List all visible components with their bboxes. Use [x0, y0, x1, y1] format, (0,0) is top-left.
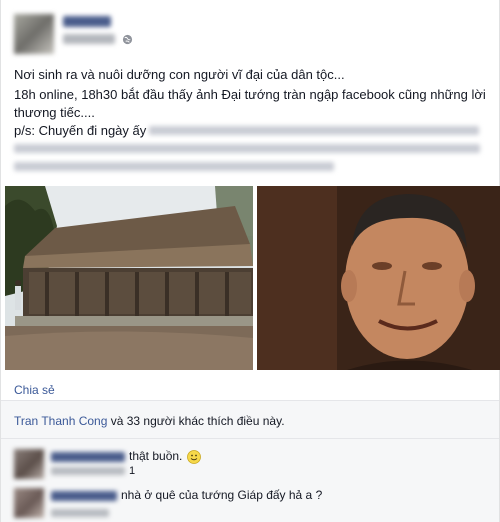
- globe-icon[interactable]: [122, 34, 133, 45]
- smiley-icon: [187, 450, 201, 464]
- post-text-redacted: [14, 162, 334, 171]
- comment-like-count[interactable]: 1: [129, 465, 135, 477]
- author-avatar[interactable]: [14, 14, 54, 54]
- post-text-redacted: [149, 126, 479, 135]
- likes-summary: Tran Thanh Cong và 33 người khác thích đ…: [14, 414, 285, 428]
- likes-text: và 33 người khác thích điều này.: [107, 414, 285, 428]
- house-photo[interactable]: [5, 186, 253, 370]
- commenter-avatar[interactable]: [14, 488, 44, 518]
- post-time-redacted[interactable]: [63, 34, 115, 44]
- commenter-name-redacted[interactable]: [51, 491, 117, 501]
- post-text-line-2: 18h online, 18h30 bắt đầu thấy ảnh Đại t…: [14, 87, 486, 102]
- post-text-line-1: Nơi sinh ra và nuôi dưỡng con người vĩ đ…: [14, 67, 345, 82]
- share-link[interactable]: Chia sẻ: [14, 383, 55, 397]
- comment-text: thật buồn.: [129, 449, 183, 463]
- comment-meta-redacted: [51, 509, 109, 517]
- portrait-photo[interactable]: [257, 186, 500, 370]
- commenter-avatar[interactable]: [14, 449, 44, 479]
- post-text-redacted: [14, 144, 480, 153]
- divider: [1, 438, 499, 439]
- facebook-post: Nơi sinh ra và nuôi dưỡng con người vĩ đ…: [0, 0, 500, 522]
- author-name-redacted[interactable]: [63, 16, 111, 27]
- liker-name-link[interactable]: Tran Thanh Cong: [14, 414, 107, 428]
- comment-text: nhà ở quê của tướng Giáp đấy hả a ?: [121, 488, 323, 502]
- commenter-name-redacted[interactable]: [51, 452, 125, 462]
- comment-meta-redacted: [51, 467, 125, 475]
- post-text-line-3: thương tiếc....: [14, 105, 95, 120]
- divider: [1, 400, 499, 401]
